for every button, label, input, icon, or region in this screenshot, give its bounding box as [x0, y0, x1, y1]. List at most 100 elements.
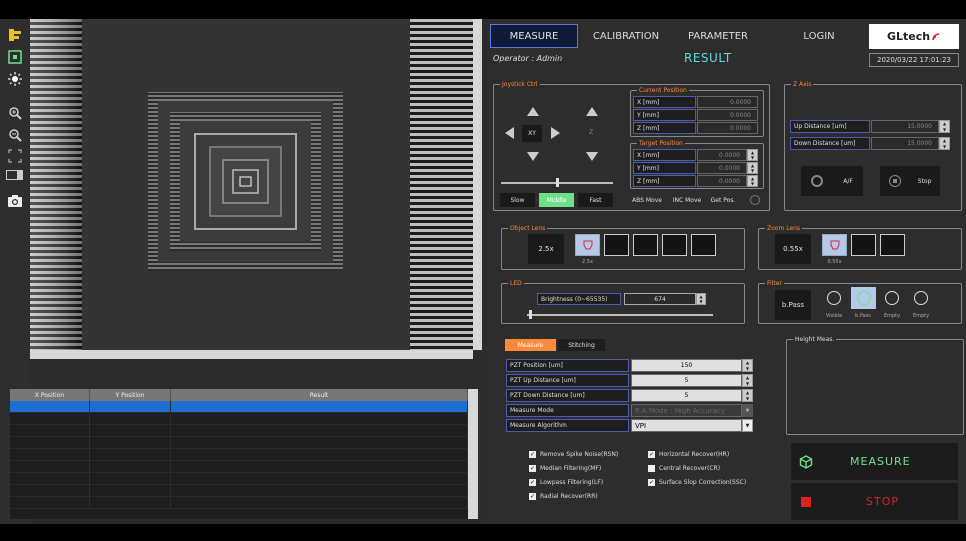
- lens-icon: [830, 240, 839, 250]
- fit-screen-icon[interactable]: [6, 148, 24, 164]
- viewer-vertical-scrollbar[interactable]: [473, 19, 482, 350]
- target-z-spinner[interactable]: ▲ ▼: [747, 175, 758, 187]
- table-row[interactable]: [10, 413, 468, 425]
- table-row[interactable]: [10, 425, 468, 437]
- object-lens-slot-1[interactable]: [575, 234, 600, 256]
- object-lens-slot-3[interactable]: [633, 234, 658, 256]
- brightness-input[interactable]: 674: [624, 293, 696, 305]
- option-rr[interactable]: ✓ Radial Recover(RR): [529, 493, 598, 500]
- measure-button-label: MEASURE: [850, 455, 911, 468]
- table-row[interactable]: [10, 449, 468, 461]
- speed-slow-button[interactable]: Slow: [500, 193, 535, 207]
- zoom-lens-slot-3[interactable]: [880, 234, 905, 256]
- speed-middle-button[interactable]: Middle: [539, 193, 574, 207]
- nav-calibration[interactable]: CALIBRATION: [585, 24, 667, 48]
- measure-mode-dropdown-icon[interactable]: ▼: [742, 404, 753, 417]
- z-up-icon[interactable]: [586, 107, 598, 116]
- table-scrollbar[interactable]: [468, 389, 478, 519]
- table-row[interactable]: [10, 461, 468, 473]
- settings-icon[interactable]: [750, 195, 760, 205]
- column-header-y-position[interactable]: Y Position: [90, 389, 171, 401]
- column-header-result[interactable]: Result: [171, 389, 468, 401]
- viewer-horizontal-scrollbar[interactable]: [30, 350, 473, 359]
- up-distance-spinner[interactable]: ▲ ▼: [939, 120, 950, 133]
- measure-algorithm-dropdown-icon[interactable]: ▼: [742, 419, 753, 432]
- abs-move-button[interactable]: ABS Move: [628, 193, 666, 207]
- crop-tool-icon[interactable]: [6, 49, 24, 65]
- brand-logo: GLtech: [869, 24, 959, 49]
- joystick-tool-icon[interactable]: [6, 27, 24, 43]
- pzt-down-distance-input[interactable]: 5: [631, 389, 742, 402]
- brightness-slider-track[interactable]: [527, 314, 713, 316]
- pzt-up-distance-spinner[interactable]: ▲ ▼: [742, 374, 753, 387]
- target-y-spinner[interactable]: ▲ ▼: [747, 162, 758, 174]
- measure-button[interactable]: MEASURE: [791, 443, 958, 480]
- table-row[interactable]: [10, 497, 468, 509]
- option-ssc[interactable]: ✓ Surface Slop Correction(SSC): [648, 479, 746, 486]
- target-y-input[interactable]: 0.0000: [697, 162, 747, 174]
- table-row[interactable]: [10, 437, 468, 449]
- measure-algorithm-select[interactable]: VPI: [631, 419, 742, 432]
- arrow-right-icon[interactable]: [551, 127, 560, 139]
- table-row[interactable]: [10, 401, 468, 413]
- arrow-up-icon[interactable]: [527, 107, 539, 116]
- zoom-lens-slot-2[interactable]: [851, 234, 876, 256]
- target-z-input[interactable]: 0.0000: [697, 175, 747, 187]
- filter-visible-button[interactable]: [822, 288, 846, 308]
- zoom-in-icon[interactable]: [6, 105, 24, 121]
- option-lf[interactable]: ✓ Lowpass Filtering(LF): [529, 479, 603, 486]
- object-lens-slot-4[interactable]: [662, 234, 687, 256]
- camera-view[interactable]: [30, 19, 473, 350]
- zoom-out-icon[interactable]: [6, 127, 24, 143]
- magnification-spinner-icon[interactable]: [6, 167, 24, 183]
- nav-measure[interactable]: MEASURE: [490, 24, 578, 48]
- arrow-left-icon[interactable]: [505, 127, 514, 139]
- pzt-position-input[interactable]: 150: [631, 359, 742, 372]
- down-distance-input[interactable]: 15.0000: [871, 137, 939, 150]
- filter-circle-icon: [856, 291, 871, 305]
- filter-empty-1-button[interactable]: [880, 288, 904, 308]
- option-mf-label: Median Filtering(MF): [540, 465, 602, 472]
- table-row[interactable]: [10, 473, 468, 485]
- option-cr-label: Central Recover(CR): [659, 465, 721, 472]
- option-cr[interactable]: Central Recover(CR): [648, 465, 720, 472]
- xy-center-button[interactable]: XY: [522, 125, 542, 142]
- brightness-spinner[interactable]: ▲ ▼: [696, 293, 706, 305]
- object-lens-slot-2[interactable]: [604, 234, 629, 256]
- option-rsn[interactable]: ✓ Remove Spike Noise(RSN): [529, 451, 618, 458]
- autofocus-button[interactable]: A/F: [801, 166, 863, 196]
- current-x-value: 0.0000: [697, 96, 758, 108]
- option-mf[interactable]: ✓ Median Filtering(MF): [529, 465, 601, 472]
- z-stop-button[interactable]: Stop: [880, 166, 940, 196]
- camera-icon[interactable]: [6, 193, 24, 209]
- nav-parameter[interactable]: PARAMETER: [680, 24, 756, 48]
- measure-mode-select[interactable]: R.A Mode : High Accuracy: [631, 404, 742, 417]
- zoom-lens-slot-1[interactable]: [822, 234, 847, 256]
- column-header-x-position[interactable]: X Position: [10, 389, 90, 401]
- inc-move-button[interactable]: INC Move: [668, 193, 706, 207]
- brightness-icon[interactable]: [6, 71, 24, 87]
- target-x-input[interactable]: 0.0000: [697, 149, 747, 161]
- speed-fast-button[interactable]: Fast: [578, 193, 613, 207]
- speed-slider-thumb[interactable]: [556, 178, 559, 187]
- pzt-position-spinner[interactable]: ▲ ▼: [742, 359, 753, 372]
- filter-bpass-button[interactable]: [851, 287, 876, 309]
- object-lens-slot-5[interactable]: [691, 234, 716, 256]
- z-down-icon[interactable]: [586, 152, 598, 161]
- get-pos-button[interactable]: Get Pos.: [706, 193, 740, 207]
- option-hr[interactable]: ✓ Horizontal Recover(HR): [648, 451, 729, 458]
- up-distance-input[interactable]: 15.0000: [871, 120, 939, 133]
- option-lf-label: Lowpass Filtering(LF): [540, 479, 604, 486]
- arrow-down-icon[interactable]: [527, 152, 539, 161]
- pzt-up-distance-input[interactable]: 5: [631, 374, 742, 387]
- nav-login[interactable]: LOGIN: [790, 24, 848, 48]
- table-row[interactable]: [10, 485, 468, 497]
- down-distance-spinner[interactable]: ▲ ▼: [939, 137, 950, 150]
- tab-measure[interactable]: Measure: [505, 339, 556, 351]
- brightness-slider-thumb[interactable]: [528, 310, 532, 319]
- pzt-down-distance-spinner[interactable]: ▲ ▼: [742, 389, 753, 402]
- filter-empty-2-button[interactable]: [909, 288, 933, 308]
- target-x-spinner[interactable]: ▲ ▼: [747, 149, 758, 161]
- stop-button[interactable]: STOP: [791, 483, 958, 520]
- tab-stitching[interactable]: Stitching: [558, 339, 605, 351]
